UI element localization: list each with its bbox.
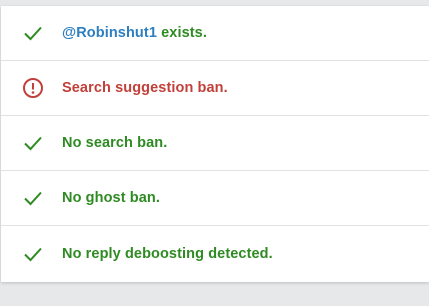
result-row-search-ban: No search ban. (1, 116, 429, 171)
checkmark-icon (21, 186, 45, 210)
result-label: No reply deboosting detected. (62, 245, 273, 262)
result-row-search-suggestion-ban: Search suggestion ban. (1, 61, 429, 116)
result-row-ghost-ban: No ghost ban. (1, 171, 429, 226)
result-row-exists: @Robinshut1 exists. (1, 6, 429, 61)
checkmark-icon (21, 21, 45, 45)
checkmark-icon (21, 242, 45, 266)
exclamation-circle-icon (21, 76, 45, 100)
result-label: @Robinshut1 exists. (62, 25, 207, 41)
result-label: No ghost ban. (62, 190, 160, 206)
result-row-reply-deboosting: No reply deboosting detected. (1, 226, 429, 281)
result-label: No search ban. (62, 135, 168, 151)
checkmark-icon (21, 131, 45, 155)
results-card: @Robinshut1 exists. Search suggestion ba… (1, 6, 429, 282)
user-handle-link[interactable]: @Robinshut1 (62, 25, 157, 41)
result-label: Search suggestion ban. (62, 80, 228, 96)
result-text: exists. (156, 25, 207, 41)
